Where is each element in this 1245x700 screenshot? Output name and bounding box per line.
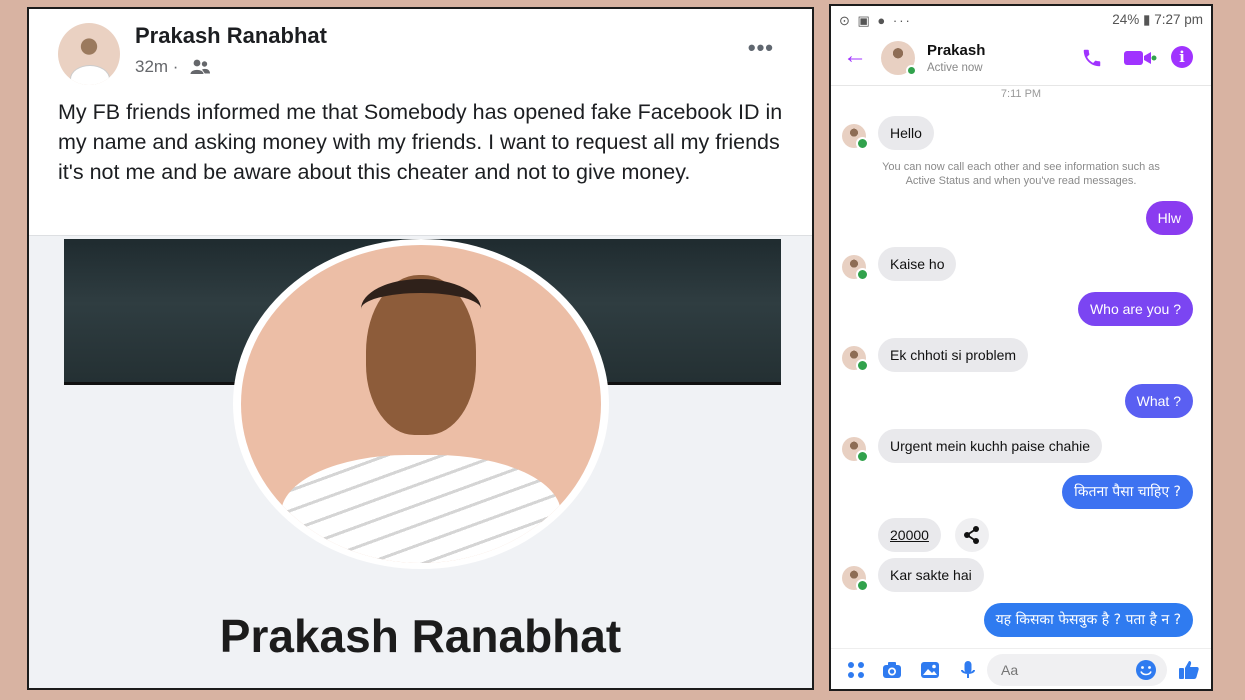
chat-notice: You can now call each other and see info… (882, 161, 1160, 187)
share-icon[interactable] (955, 518, 989, 552)
post-card: Prakash Ranabhat 32m · ••• My FB friends… (29, 9, 812, 236)
microphone-icon[interactable] (957, 659, 979, 681)
hair (361, 279, 481, 339)
status-icons: ⊙ ▣ ● ··· (839, 13, 912, 28)
composer-bar (831, 648, 1211, 689)
messenger-screen: ⊙ ▣ ● ··· 24% ▮ 7:27 pm ← Prakash Active… (829, 4, 1213, 691)
message-outgoing[interactable]: यह किसका फेसबुक है ? पता है न ? (983, 603, 1193, 637)
sender-avatar[interactable] (842, 346, 869, 372)
apps-icon[interactable] (845, 659, 867, 681)
sender-avatar[interactable] (842, 437, 869, 463)
contact-status: Active now (927, 62, 983, 74)
camera-icon[interactable] (881, 659, 903, 681)
message-incoming[interactable]: Urgent mein kuchh paise chahie (878, 429, 1103, 463)
sender-avatar[interactable] (842, 124, 869, 150)
profile-photo (241, 245, 601, 563)
more-options-icon[interactable]: ••• (748, 35, 774, 61)
friends-icon (190, 59, 210, 74)
profile-name: Prakash Ranabhat (219, 610, 622, 662)
message-outgoing[interactable]: Hlw (1145, 201, 1193, 235)
message-incoming[interactable]: Kar sakte hai (878, 558, 984, 592)
profile-picture (233, 239, 609, 569)
message-incoming[interactable]: Ek chhoti si problem (878, 338, 1029, 372)
gallery-icon[interactable] (919, 659, 941, 681)
info-icon[interactable]: i (1171, 46, 1193, 68)
sender-avatar[interactable] (842, 566, 869, 592)
active-dot (906, 65, 917, 76)
message-outgoing[interactable]: What ? (1124, 384, 1193, 418)
post-time[interactable]: 32m · (135, 57, 178, 77)
message-outgoing[interactable]: Who are you ? (1077, 292, 1193, 326)
message-outgoing[interactable]: कितना पैसा चाहिए ? (1062, 475, 1193, 509)
back-arrow-icon[interactable]: ← (843, 42, 867, 70)
status-battery-time: 24% ▮ 7:27 pm (1112, 12, 1203, 27)
status-bar: ⊙ ▣ ● ··· 24% ▮ 7:27 pm (831, 6, 1211, 34)
facebook-post: Prakash Ranabhat 32m · ••• My FB friends… (27, 7, 814, 690)
phone-icon[interactable] (1081, 47, 1103, 69)
thumbs-up-icon[interactable] (1177, 658, 1201, 682)
author-name[interactable]: Prakash Ranabhat (135, 23, 327, 49)
message-incoming[interactable]: Kaise ho (878, 247, 957, 281)
post-image[interactable]: Prakash Ranabhat (29, 239, 812, 688)
message-incoming[interactable]: 20000 (878, 518, 941, 552)
contact-name[interactable]: Prakash (927, 42, 985, 59)
author-avatar[interactable] (58, 23, 120, 85)
message-incoming[interactable]: Hello (878, 116, 934, 150)
video-call-icon[interactable] (1123, 48, 1157, 68)
shirt (281, 455, 561, 563)
post-text: My FB friends informed me that Somebody … (58, 100, 783, 184)
sender-avatar[interactable] (842, 255, 869, 281)
chat-header: ← Prakash Active now i (831, 34, 1211, 86)
emoji-icon[interactable] (1135, 659, 1157, 681)
chat-timestamp: 7:11 PM (1000, 88, 1042, 100)
